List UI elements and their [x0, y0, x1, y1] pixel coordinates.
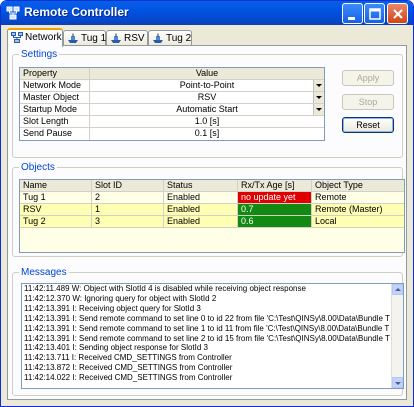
property-value: Point-to-Point	[179, 80, 235, 90]
object-slot-id: 1	[92, 204, 164, 215]
column-header-name[interactable]: Name	[20, 180, 92, 191]
tab-network-label: Network	[25, 32, 62, 43]
column-header-status[interactable]: Status	[164, 180, 238, 191]
chevron-down-icon[interactable]	[313, 92, 324, 103]
property-grid-header: Property Value	[20, 68, 324, 80]
messages-scrollbar[interactable]	[391, 284, 403, 388]
tab-tug-1-label: Tug 1	[81, 33, 107, 44]
property-row-startup-mode[interactable]: Startup Mode Automatic Start	[20, 104, 324, 116]
property-value: Automatic Start	[176, 104, 238, 114]
tab-rsv-label: RSV	[124, 33, 145, 44]
object-slot-id: 3	[92, 216, 164, 227]
message-line: 11:42:13.391 I: Send remote command to s…	[24, 313, 390, 323]
tab-network[interactable]: Network	[7, 28, 63, 47]
network-icon	[11, 32, 23, 43]
minimize-button[interactable]	[342, 3, 363, 24]
slot-length-field[interactable]: 1.0 [s]	[90, 116, 324, 127]
object-name: Tug 1	[20, 192, 92, 203]
messages-group-title: Messages	[19, 267, 69, 278]
master-object-select[interactable]: RSV	[90, 92, 324, 103]
remote-controller-window: Remote Controller Network Tug 1 RSV Tug …	[0, 0, 414, 407]
objects-group: Objects Name Slot ID Status Rx/Tx Age [s…	[12, 162, 405, 257]
value-column-header: Value	[90, 68, 324, 79]
apply-button[interactable]: Apply	[342, 70, 394, 86]
message-line: 11:42:13.391 I: Send remote command to s…	[24, 333, 390, 343]
reset-button[interactable]: Reset	[342, 117, 394, 133]
object-slot-id: 2	[92, 192, 164, 203]
property-name: Network Mode	[20, 80, 90, 91]
property-name: Slot Length	[20, 116, 90, 127]
messages-list: 11:42:11.489 W: Object with SlotId 4 is …	[22, 284, 403, 383]
object-type: Remote (Master)	[315, 204, 383, 214]
settings-group-title: Settings	[19, 49, 60, 60]
tab-tug-2-label: Tug 2	[166, 33, 192, 44]
table-row[interactable]: Tug 2 3 Enabled 0.6 Local	[20, 216, 404, 228]
property-row-master-object[interactable]: Master Object RSV	[20, 92, 324, 104]
object-status: Enabled	[164, 204, 238, 215]
close-button[interactable]	[387, 3, 408, 24]
send-pause-field[interactable]: 0.1 [s]	[90, 128, 324, 140]
object-age-cell: no update yet	[238, 192, 312, 203]
tab-tug-1[interactable]: Tug 1	[63, 30, 106, 46]
scroll-down-icon[interactable]	[392, 377, 403, 388]
property-column-header: Property	[20, 68, 90, 79]
ship-icon	[68, 33, 78, 43]
messages-group: Messages 11:42:11.489 W: Object with Slo…	[12, 267, 404, 396]
message-line: 11:42:11.489 W: Object with SlotId 4 is …	[24, 284, 306, 293]
property-value: RSV	[197, 92, 217, 102]
message-line: 11:42:13.711 I: Received CMD_SETTINGS fr…	[24, 353, 232, 363]
minimize-icon	[348, 17, 355, 20]
close-icon	[393, 9, 403, 19]
property-name: Send Pause	[20, 128, 90, 140]
object-status: Enabled	[164, 192, 238, 203]
column-header-object-type[interactable]: Object Type	[312, 180, 404, 191]
objects-table-header: Name Slot ID Status Rx/Tx Age [s] Object…	[20, 180, 404, 192]
maximize-button[interactable]	[364, 3, 385, 24]
startup-mode-select[interactable]: Automatic Start	[90, 104, 324, 115]
table-row[interactable]: Tug 1 2 Enabled no update yet Remote	[20, 192, 404, 204]
chevron-down-icon[interactable]	[313, 80, 324, 91]
column-header-age[interactable]: Rx/Tx Age [s]	[238, 180, 312, 191]
property-row-send-pause[interactable]: Send Pause 0.1 [s]	[20, 128, 324, 140]
message-line: 11:42:13.391 I: Receiving object query f…	[24, 303, 201, 313]
tab-rsv[interactable]: RSV	[106, 30, 148, 46]
object-name: RSV	[20, 204, 92, 215]
property-name: Startup Mode	[20, 104, 90, 115]
objects-table: Name Slot ID Status Rx/Tx Age [s] Object…	[19, 179, 405, 253]
network-mode-select[interactable]: Point-to-Point	[90, 80, 324, 91]
ship-icon	[111, 33, 121, 43]
object-name: Tug 2	[20, 216, 92, 227]
column-header-slot-id[interactable]: Slot ID	[92, 180, 164, 191]
chevron-down-icon[interactable]	[313, 104, 324, 115]
message-line: 11:42:13.391 I: Send remote command to s…	[24, 323, 390, 333]
network-icon	[6, 6, 20, 20]
message-line: 11:42:12.370 W: Ignoring query for objec…	[24, 293, 217, 303]
settings-property-grid: Property Value Network Mode Point-to-Poi…	[19, 67, 325, 141]
network-tab-panel: Settings Property Value Network Mode Poi…	[7, 45, 407, 400]
message-line: 11:42:13.872 I: Received CMD_SETTINGS fr…	[24, 363, 233, 373]
message-line: 11:42:14.022 I: Received CMD_SETTINGS fr…	[24, 373, 233, 383]
property-row-slot-length[interactable]: Slot Length 1.0 [s]	[20, 116, 324, 128]
title-bar[interactable]: Remote Controller	[1, 1, 413, 25]
object-status: Enabled	[164, 216, 238, 227]
settings-group: Settings Property Value Network Mode Poi…	[12, 49, 403, 158]
property-name: Master Object	[20, 92, 90, 103]
property-row-network-mode[interactable]: Network Mode Point-to-Point	[20, 80, 324, 92]
object-age-cell: 0.6	[238, 216, 312, 227]
tab-tug-2[interactable]: Tug 2	[148, 30, 192, 46]
window-title: Remote Controller	[24, 5, 129, 19]
maximize-icon	[369, 8, 381, 20]
scroll-up-icon[interactable]	[392, 284, 403, 295]
messages-log[interactable]: 11:42:11.489 W: Object with SlotId 4 is …	[21, 283, 404, 389]
objects-group-title: Objects	[19, 162, 57, 173]
message-line: 11:42:13.401 I: Sending object response …	[24, 343, 208, 353]
table-row[interactable]: RSV 1 Enabled 0.7 Remote (Master)	[20, 204, 404, 216]
object-age-cell: 0.7	[238, 204, 312, 215]
object-type: Remote	[315, 192, 347, 202]
object-type: Local	[315, 216, 337, 226]
stop-button[interactable]: Stop	[342, 94, 394, 110]
ship-icon	[153, 33, 163, 43]
